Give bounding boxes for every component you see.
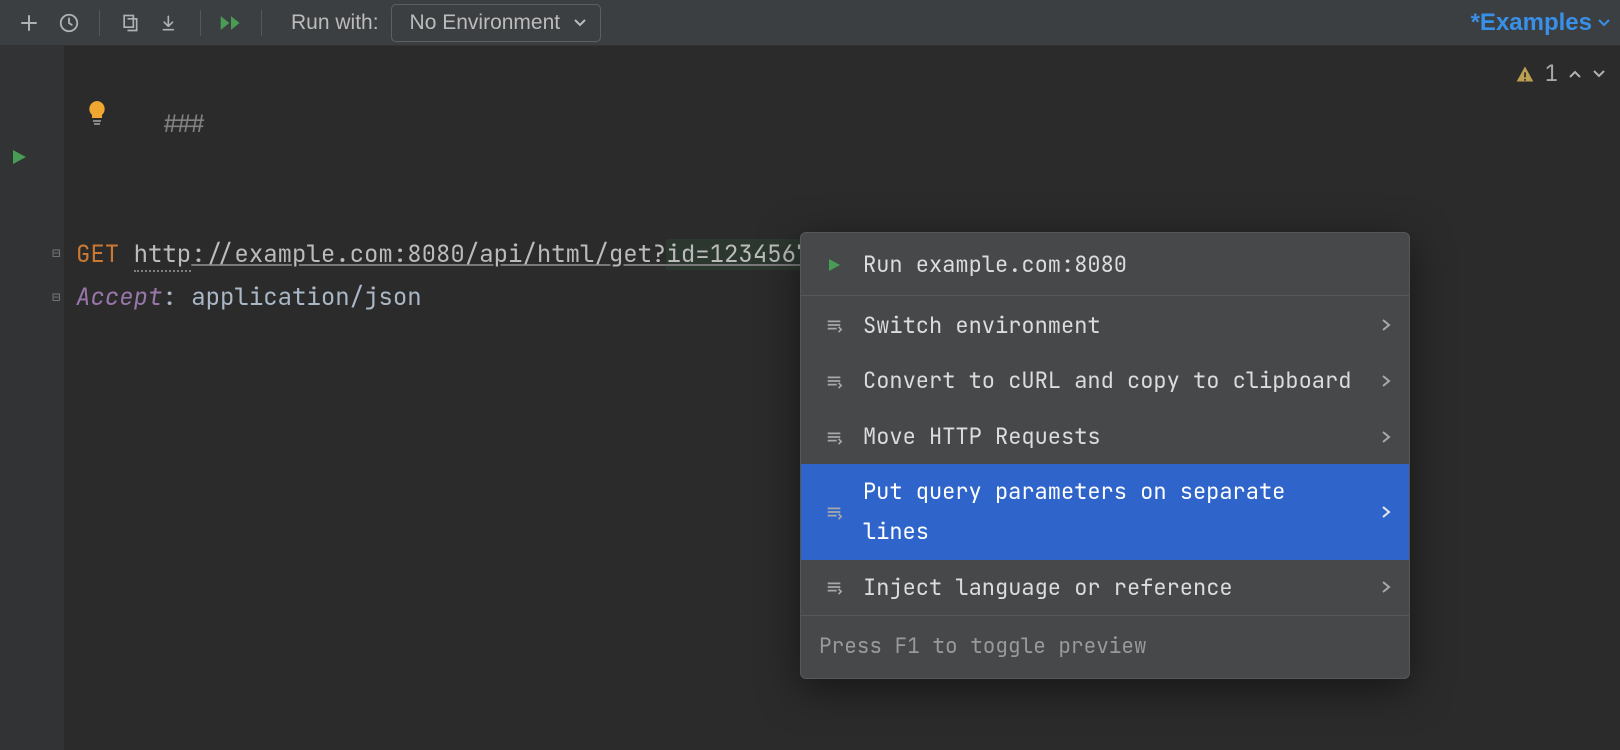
edit-icon: [823, 316, 845, 334]
plus-icon: [19, 13, 39, 33]
edit-icon: [823, 372, 845, 390]
popup-item-convert-curl[interactable]: Convert to cURL and copy to clipboard: [801, 353, 1409, 409]
header-value: application/json: [191, 282, 421, 313]
environment-value: No Environment: [410, 11, 561, 35]
edit-icon: [823, 578, 845, 596]
import-button[interactable]: [151, 4, 189, 42]
run-all-icon: [219, 13, 243, 33]
submenu-arrow-icon: [1381, 318, 1391, 332]
header-sep: :: [162, 282, 191, 313]
history-button[interactable]: [50, 4, 88, 42]
submenu-arrow-icon: [1381, 374, 1391, 388]
toolbar-separator: [200, 10, 201, 36]
gutter-run-button[interactable]: [10, 148, 28, 166]
editor: 1 ### ⊟GET http://example.com:8080/api/h…: [0, 46, 1620, 750]
import-icon: [160, 13, 180, 33]
clock-icon: [58, 12, 80, 34]
popup-item-label: Put query parameters on separate lines: [863, 472, 1363, 551]
popup-item-label: Inject language or reference: [863, 568, 1363, 608]
copy-button[interactable]: [111, 4, 149, 42]
popup-item-put-query-separate[interactable]: Put query parameters on separate lines: [801, 464, 1409, 559]
gutter: [0, 46, 64, 750]
separator-token: ###: [162, 109, 205, 140]
popup-item-inject-language[interactable]: Inject language or reference: [801, 560, 1409, 616]
add-button[interactable]: [10, 4, 48, 42]
popup-item-label: Convert to cURL and copy to clipboard: [863, 361, 1363, 401]
popup-run-item[interactable]: Run example.com:8080: [801, 233, 1409, 293]
popup-footer: Press F1 to toggle preview: [801, 615, 1409, 678]
edit-icon: [823, 503, 845, 521]
popup-item-label: Switch environment: [863, 306, 1363, 346]
chevron-down-icon: [574, 19, 586, 27]
run-all-button[interactable]: [212, 4, 250, 42]
popup-item-label: Run example.com:8080: [863, 245, 1391, 285]
environment-select[interactable]: No Environment: [391, 4, 602, 42]
edit-icon: [823, 428, 845, 446]
examples-link-label: *Examples: [1471, 9, 1592, 37]
popup-separator: [801, 295, 1409, 296]
url-main: ://example.com:8080/api/html/get?: [191, 239, 666, 270]
fold-icon[interactable]: ⊟: [52, 242, 60, 267]
url-scheme: http: [134, 239, 192, 272]
popup-item-move-requests[interactable]: Move HTTP Requests: [801, 409, 1409, 465]
submenu-arrow-icon: [1381, 580, 1391, 594]
toolbar-separator: [261, 10, 262, 36]
play-icon: [823, 257, 845, 273]
http-method: GET: [76, 239, 119, 270]
examples-link[interactable]: *Examples: [1471, 9, 1610, 37]
code-area[interactable]: 1 ### ⊟GET http://example.com:8080/api/h…: [64, 46, 1620, 750]
copy-icon: [120, 13, 140, 33]
play-icon: [10, 148, 28, 166]
fold-icon[interactable]: ⊟: [52, 285, 60, 310]
popup-item-label: Move HTTP Requests: [863, 417, 1363, 457]
code-line: ###: [64, 60, 1620, 190]
toolbar: Run with: No Environment *Examples: [0, 0, 1620, 46]
popup-item-switch-env[interactable]: Switch environment: [801, 298, 1409, 354]
code-line: [64, 190, 1620, 233]
chevron-down-icon: [1598, 19, 1610, 27]
submenu-arrow-icon: [1381, 430, 1391, 444]
toolbar-separator: [99, 10, 100, 36]
submenu-arrow-icon: [1381, 505, 1391, 519]
header-name: Accept: [76, 282, 162, 313]
intention-popup: Run example.com:8080 Switch environment …: [800, 232, 1410, 679]
run-with-label: Run with:: [291, 11, 379, 35]
